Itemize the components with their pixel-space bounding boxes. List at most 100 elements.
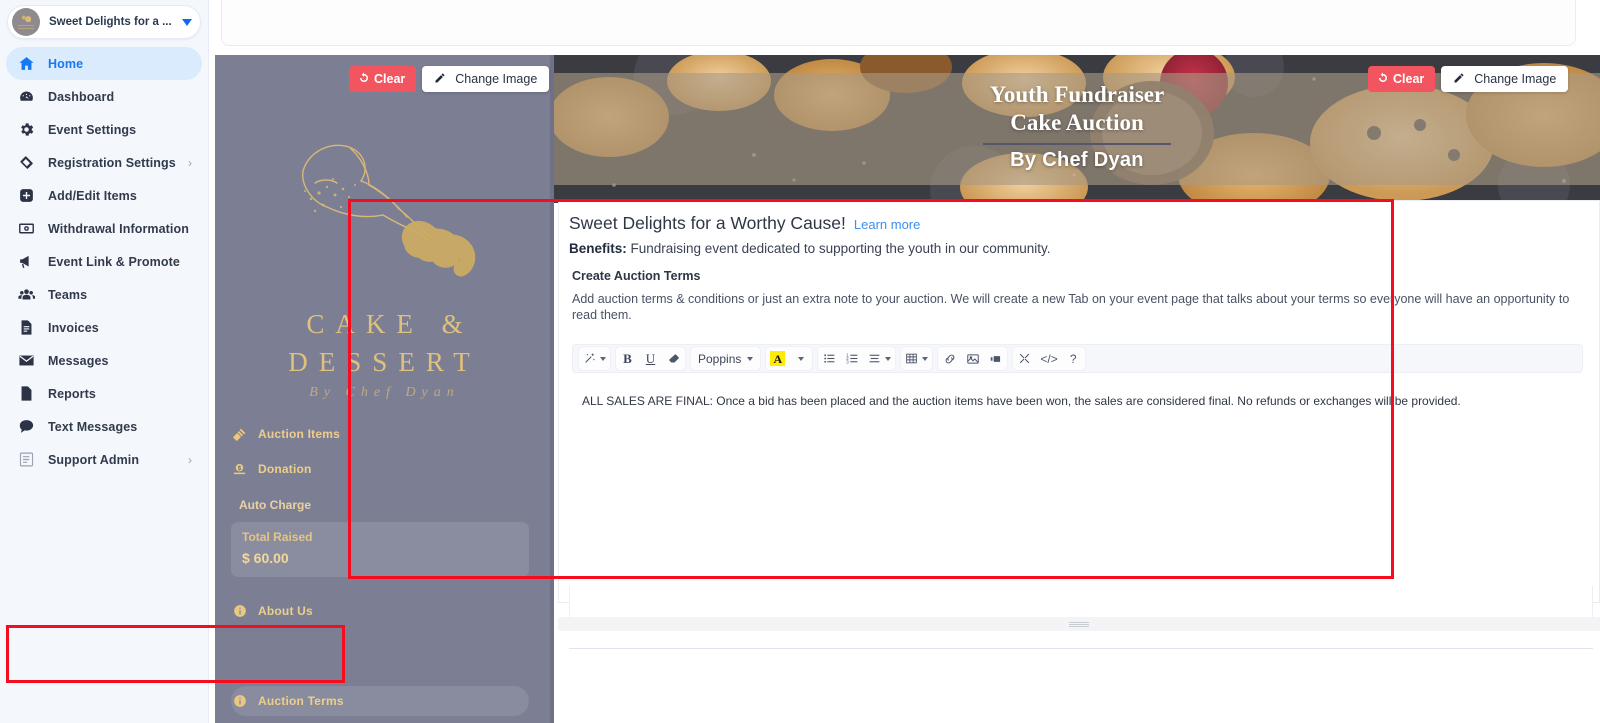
editor-bottom-panel bbox=[569, 586, 1593, 618]
preview-nav-about-us[interactable]: About Us bbox=[231, 600, 313, 622]
toolbar-group-styles bbox=[579, 347, 610, 370]
page-title: Sweet Delights for a Worthy Cause! bbox=[569, 213, 846, 233]
image-icon[interactable] bbox=[961, 347, 984, 370]
toolbar-group-format: B U bbox=[616, 347, 685, 370]
sidebar-item-text-messages[interactable]: Text Messages bbox=[6, 410, 202, 443]
grip-lines-icon bbox=[1069, 621, 1089, 627]
sidebar-item-support-admin[interactable]: Support Admin › bbox=[6, 443, 202, 476]
work-area: CAKE & DESSERT By Chef Dyan Auction Item… bbox=[209, 0, 1600, 723]
sidebar-item-label: Registration Settings bbox=[48, 155, 176, 170]
preview-nav-label: Auction Terms bbox=[258, 694, 344, 708]
invoice-icon bbox=[16, 318, 36, 338]
preview-logo-block: CAKE & DESSERT By Chef Dyan bbox=[215, 123, 554, 423]
highlight-color-dropdown[interactable] bbox=[789, 347, 812, 370]
clear-label: Clear bbox=[1393, 72, 1425, 86]
bold-button[interactable]: B bbox=[616, 347, 639, 370]
benefits-line: Benefits: Fundraising event dedicated to… bbox=[569, 241, 1051, 256]
sidebar-item-event-link-promote[interactable]: Event Link & Promote bbox=[6, 245, 202, 278]
preview-nav-auction-terms[interactable]: Auction Terms bbox=[231, 690, 344, 712]
video-icon[interactable] bbox=[984, 347, 1007, 370]
preview-image-controls: Clear Change Image bbox=[349, 66, 550, 92]
ticket-icon bbox=[16, 153, 36, 173]
sidebar-item-invoices[interactable]: Invoices bbox=[6, 311, 202, 344]
align-button[interactable] bbox=[864, 347, 895, 370]
total-raised-label: Total Raised bbox=[242, 530, 313, 544]
link-icon[interactable] bbox=[938, 347, 961, 370]
sidebar-item-add-edit-items[interactable]: Add/Edit Items bbox=[6, 179, 202, 212]
app-root: Sweet Delights for a ... Home Dashboard bbox=[0, 0, 1600, 723]
chevron-down-icon[interactable] bbox=[885, 356, 892, 361]
preview-nav-donation[interactable]: Donation bbox=[231, 458, 312, 480]
org-avatar bbox=[12, 8, 40, 36]
change-label: Change Image bbox=[455, 72, 538, 86]
sidebar-item-event-settings[interactable]: Event Settings bbox=[6, 113, 202, 146]
sidebar-item-label: Text Messages bbox=[48, 419, 138, 434]
document-icon bbox=[16, 384, 36, 404]
sidebar-item-withdrawal-information[interactable]: Withdrawal Information bbox=[6, 212, 202, 245]
banner-byline: By Chef Dyan bbox=[1010, 149, 1144, 171]
sidebar-item-teams[interactable]: Teams bbox=[6, 278, 202, 311]
chevron-right-icon[interactable]: › bbox=[188, 157, 192, 169]
preview-nav-auction-items[interactable]: Auction Items bbox=[231, 423, 340, 445]
table-button[interactable] bbox=[901, 347, 932, 370]
chevron-down-icon[interactable] bbox=[797, 356, 804, 361]
bulleted-list-icon[interactable] bbox=[818, 347, 841, 370]
org-switcher[interactable]: Sweet Delights for a ... bbox=[7, 5, 201, 39]
chat-bubble-icon bbox=[16, 417, 36, 437]
chevron-right-icon[interactable]: › bbox=[188, 454, 192, 466]
auction-terms-textarea[interactable]: ALL SALES ARE FINAL: Once a bid has been… bbox=[572, 381, 1583, 589]
toolbar-group-insert bbox=[938, 347, 1008, 370]
donation-coin-icon bbox=[231, 461, 248, 478]
auction-terms-editor-panel: Sweet Delights for a Worthy Cause! Learn … bbox=[558, 200, 1600, 603]
numbered-list-icon[interactable]: 123 bbox=[841, 347, 864, 370]
chevron-down-icon[interactable] bbox=[600, 356, 606, 361]
preview-logo-title: CAKE & DESSERT bbox=[288, 309, 481, 377]
preview-nav-label: About Us bbox=[258, 604, 313, 618]
underline-button[interactable]: U bbox=[639, 347, 662, 370]
sidebar-item-reports[interactable]: Reports bbox=[6, 377, 202, 410]
change-label: Change Image bbox=[1474, 72, 1557, 86]
banner-divider bbox=[983, 143, 1171, 145]
learn-more-link[interactable]: Learn more bbox=[854, 217, 920, 232]
sidebar-item-label: Add/Edit Items bbox=[48, 188, 137, 203]
toolbar-group-table bbox=[901, 347, 933, 370]
change-banner-image-button[interactable]: Change Image bbox=[1441, 66, 1569, 92]
gear-icon bbox=[16, 120, 36, 140]
left-sidebar: Sweet Delights for a ... Home Dashboard bbox=[0, 0, 209, 723]
preview-total-raised-card: Total Raised $ 60.00 bbox=[231, 522, 529, 577]
admin-list-icon bbox=[16, 450, 36, 470]
sidebar-item-messages[interactable]: Messages bbox=[6, 344, 202, 377]
clear-banner-image-button[interactable]: Clear bbox=[1368, 66, 1436, 92]
benefits-label: Benefits: bbox=[569, 241, 627, 256]
sidebar-item-label: Home bbox=[48, 56, 84, 71]
sidebar-item-registration-settings[interactable]: Registration Settings › bbox=[6, 146, 202, 179]
svg-text:3: 3 bbox=[847, 359, 850, 364]
chevron-down-icon[interactable] bbox=[747, 356, 754, 361]
toolbar-group-lists: 123 bbox=[818, 347, 896, 370]
nav-list: Home Dashboard Event Settings Registrati… bbox=[0, 47, 208, 476]
banner-image-controls: Clear Change Image bbox=[1368, 66, 1569, 92]
sidebar-item-dashboard[interactable]: Dashboard bbox=[6, 80, 202, 113]
toolbar-group-view: </> ? bbox=[1013, 347, 1085, 370]
help-button[interactable]: ? bbox=[1062, 347, 1085, 370]
code-view-button[interactable]: </> bbox=[1036, 347, 1061, 370]
chevron-down-icon[interactable] bbox=[922, 356, 929, 361]
benefits-text: Fundraising event dedicated to supportin… bbox=[626, 241, 1051, 256]
chevron-down-icon[interactable] bbox=[182, 18, 192, 26]
magic-wand-icon[interactable] bbox=[579, 347, 610, 370]
page-title-row: Sweet Delights for a Worthy Cause! Learn … bbox=[569, 213, 920, 234]
font-family-select[interactable]: Poppins bbox=[691, 347, 760, 370]
dashboard-icon bbox=[16, 87, 36, 107]
eraser-icon[interactable] bbox=[662, 347, 685, 370]
auction-terms-content: ALL SALES ARE FINAL: Once a bid has been… bbox=[582, 394, 1461, 408]
editor-resize-handle[interactable] bbox=[558, 617, 1600, 631]
text-highlight-color-button[interactable]: A bbox=[766, 347, 789, 370]
fullscreen-icon[interactable] bbox=[1013, 347, 1036, 370]
sidebar-item-home[interactable]: Home bbox=[6, 47, 202, 80]
preview-auto-charge-label: Auto Charge bbox=[239, 498, 311, 512]
section-divider bbox=[569, 648, 1593, 649]
clear-preview-image-button[interactable]: Clear bbox=[349, 66, 417, 92]
refresh-icon bbox=[1377, 72, 1389, 87]
change-preview-image-button[interactable]: Change Image bbox=[422, 66, 550, 92]
sidebar-item-label: Support Admin bbox=[48, 452, 140, 467]
